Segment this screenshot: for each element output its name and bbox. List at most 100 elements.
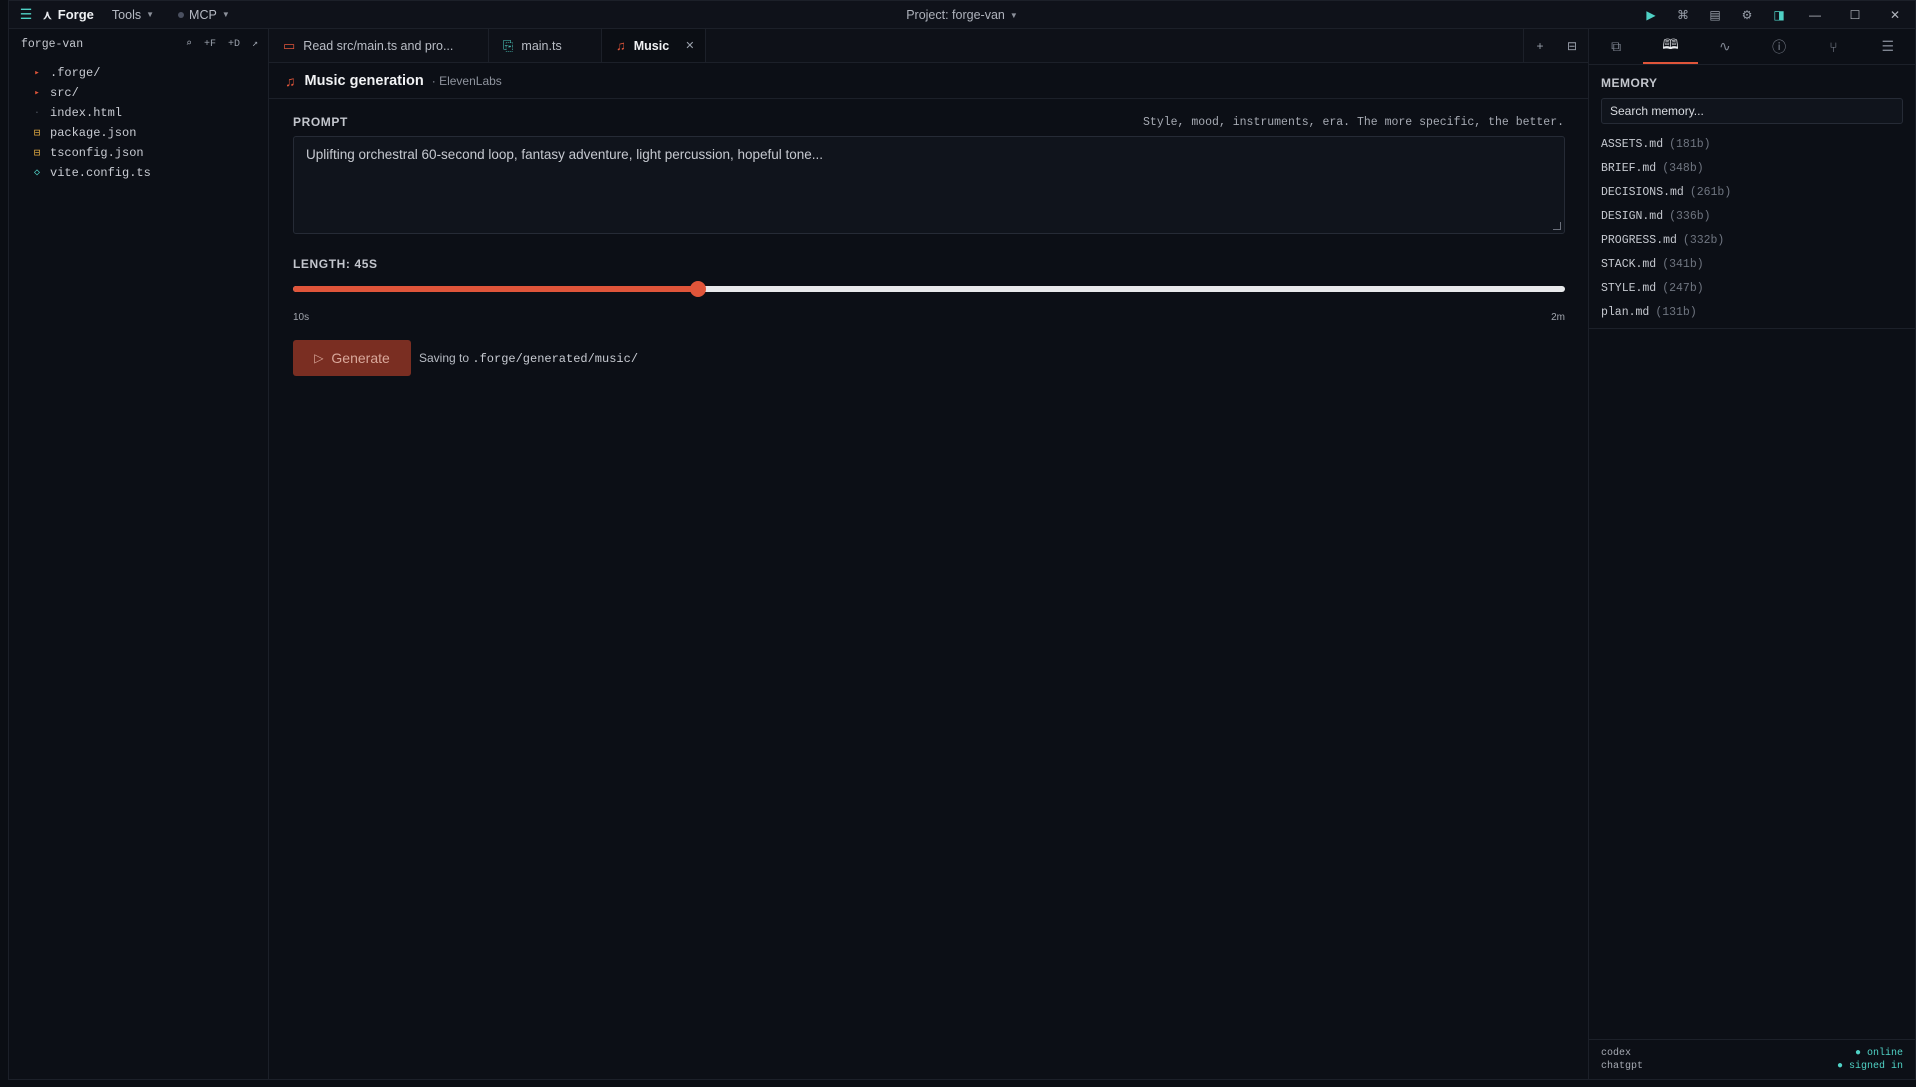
memory-file-name: ASSETS.md bbox=[1601, 137, 1664, 151]
memory-book-icon[interactable]: 🕮 bbox=[1643, 29, 1698, 64]
close-window-icon[interactable]: ✕ bbox=[1875, 1, 1915, 29]
tree-item-src[interactable]: ▸ src/ bbox=[9, 83, 268, 103]
memory-file-item[interactable]: DESIGN.md (336b) bbox=[1601, 204, 1915, 228]
memory-file-size: (348b) bbox=[1662, 161, 1704, 175]
memory-list: ASSETS.md (181b) BRIEF.md (348b) DECISIONS.m… bbox=[1589, 132, 1915, 329]
tree-item-index-html[interactable]: · index.html bbox=[9, 103, 268, 123]
music-form: PROMPT Style, mood, instruments, era. Th… bbox=[293, 99, 1565, 376]
memory-file-size: (181b) bbox=[1669, 137, 1711, 151]
memory-file-item[interactable]: DECISIONS.md (261b) bbox=[1601, 180, 1915, 204]
mcp-status-dot bbox=[178, 11, 185, 18]
memory-section: MEMORY Search memory... ASSETS.md (181b) B… bbox=[1589, 65, 1915, 329]
ts-file-icon: ◇ bbox=[33, 168, 41, 179]
memory-file-size: (336b) bbox=[1669, 209, 1711, 223]
chat-bubble-icon: ▭ bbox=[283, 37, 296, 53]
tree-item-label: src/ bbox=[50, 86, 79, 100]
json-file-icon: ⊟ bbox=[33, 128, 41, 140]
memory-file-name: plan.md bbox=[1601, 305, 1650, 319]
tab-chat[interactable]: ▭ Read src/main.ts and pro... bbox=[269, 29, 489, 62]
split-view-icon[interactable]: ⊟ bbox=[1556, 39, 1588, 53]
tab-bar: ▭ Read src/main.ts and pro... ⎘ main.ts … bbox=[269, 29, 1588, 63]
search-files-icon[interactable]: ⌕ bbox=[186, 38, 192, 50]
tab-actions: + ⊟ bbox=[1523, 29, 1588, 63]
slider-thumb[interactable] bbox=[689, 281, 706, 297]
generate-label: Generate bbox=[331, 350, 390, 366]
chats-tab-icon[interactable]: ⧉ bbox=[1589, 29, 1643, 64]
memory-file-item[interactable]: BRIEF.md (348b) bbox=[1601, 156, 1915, 180]
html-file-icon: · bbox=[34, 108, 40, 118]
length-label: LENGTH: 45S bbox=[293, 257, 378, 271]
tab-main-ts[interactable]: ⎘ main.ts bbox=[489, 29, 602, 62]
git-branch-icon[interactable]: ⑂ bbox=[1806, 29, 1860, 64]
tools-menu[interactable]: Tools ▼ bbox=[112, 8, 154, 22]
prompt-text: Uplifting orchestral 60-second loop, fan… bbox=[306, 147, 824, 162]
tree-item-label: tsconfig.json bbox=[50, 146, 144, 160]
memory-file-item[interactable]: ASSETS.md (181b) bbox=[1601, 132, 1915, 156]
page-header: ♫ Music generation · ElevenLabs bbox=[269, 63, 1588, 99]
new-tab-icon[interactable]: + bbox=[1524, 39, 1556, 53]
memory-search-placeholder: Search memory... bbox=[1610, 104, 1704, 118]
tree-item-label: index.html bbox=[50, 106, 123, 120]
open-external-icon[interactable]: ↗ bbox=[252, 38, 258, 50]
activity-icon[interactable]: ∿ bbox=[1698, 29, 1752, 64]
tools-menu-label: Tools bbox=[111, 7, 142, 22]
prompt-textarea[interactable]: Uplifting orchestral 60-second loop, fan… bbox=[293, 136, 1565, 234]
command-palette-icon[interactable]: ⌘ bbox=[1667, 1, 1699, 29]
memory-file-item[interactable]: STYLE.md (247b) bbox=[1601, 276, 1915, 300]
mcp-menu[interactable]: MCP ▼ bbox=[178, 8, 230, 22]
slider-range-labels: 10s 2m bbox=[293, 312, 1565, 323]
right-panel: ⧉ 🕮 ∿ ⓘ ⑂ ☰ MEMORY Search memory... ASSE… bbox=[1589, 29, 1915, 1079]
status-row-chatgpt: chatgpt ● signed in bbox=[1601, 1060, 1903, 1073]
folder-icon: ▸ bbox=[34, 68, 40, 78]
memory-search-input[interactable]: Search memory... bbox=[1601, 98, 1903, 124]
project-selector[interactable]: Project: forge-van ▼ bbox=[906, 8, 1018, 22]
info-icon[interactable]: ⓘ bbox=[1752, 29, 1806, 64]
resize-handle-icon[interactable] bbox=[1553, 222, 1561, 230]
generate-button[interactable]: ▷ Generate bbox=[293, 340, 411, 376]
file-explorer: forge-van ⌕ +F +D ↗ ▸ .forge/ ▸ src/ · i… bbox=[9, 29, 269, 1079]
prompt-label: PROMPT bbox=[293, 115, 348, 129]
tab-label: Read src/main.ts and pro... bbox=[303, 38, 454, 53]
app-name: Forge bbox=[57, 7, 94, 22]
settings-gear-icon[interactable]: ⚙ bbox=[1731, 1, 1763, 29]
toggle-panel-icon[interactable]: ◨ bbox=[1763, 1, 1795, 29]
memory-file-item[interactable]: STACK.md (341b) bbox=[1601, 252, 1915, 276]
memory-file-item[interactable]: plan.md (131b) bbox=[1601, 300, 1915, 324]
saving-prefix: Saving to bbox=[419, 350, 470, 365]
memory-title: MEMORY bbox=[1601, 76, 1658, 90]
slider-fill bbox=[293, 286, 698, 292]
tree-item-package-json[interactable]: ⊟ package.json bbox=[9, 123, 268, 143]
new-file-button[interactable]: +F bbox=[204, 39, 216, 50]
hamburger-menu-icon[interactable]: ☰ bbox=[19, 6, 33, 22]
tree-item-vite-config[interactable]: ◇ vite.config.ts bbox=[9, 163, 268, 183]
memory-file-name: DESIGN.md bbox=[1601, 209, 1664, 223]
project-title: Project: forge-van bbox=[906, 8, 1005, 22]
json-file-icon: ⊟ bbox=[33, 148, 41, 160]
prompt-hint: Style, mood, instruments, era. The more … bbox=[1143, 115, 1564, 129]
tree-item-forge[interactable]: ▸ .forge/ bbox=[9, 63, 268, 83]
memory-file-name: BRIEF.md bbox=[1601, 161, 1657, 175]
close-tab-icon[interactable]: ✕ bbox=[685, 39, 694, 52]
length-slider[interactable] bbox=[293, 281, 1565, 297]
tab-music[interactable]: ♫ Music ✕ bbox=[602, 29, 706, 62]
prompt-label-row: PROMPT Style, mood, instruments, era. Th… bbox=[293, 115, 1564, 129]
music-note-icon: ♫ bbox=[285, 72, 296, 89]
chevron-down-icon: ▼ bbox=[146, 10, 155, 19]
music-note-icon: ♫ bbox=[616, 38, 626, 53]
minimize-icon[interactable]: — bbox=[1795, 1, 1835, 29]
checklist-icon[interactable]: ☰ bbox=[1861, 29, 1915, 64]
memory-file-item[interactable]: PROGRESS.md (332b) bbox=[1601, 228, 1915, 252]
provider-label: · ElevenLabs bbox=[431, 73, 502, 88]
provider-name: chatgpt bbox=[1601, 1061, 1644, 1072]
file-tree: ▸ .forge/ ▸ src/ · index.html ⊟ package.… bbox=[9, 63, 268, 183]
new-folder-button[interactable]: +D bbox=[228, 39, 240, 50]
run-icon[interactable]: ▶ bbox=[1635, 1, 1667, 29]
tree-item-tsconfig-json[interactable]: ⊟ tsconfig.json bbox=[9, 143, 268, 163]
main-editor-area: ▭ Read src/main.ts and pro... ⎘ main.ts … bbox=[269, 29, 1589, 1079]
terminal-icon[interactable]: ▤ bbox=[1699, 1, 1731, 29]
memory-file-name: PROGRESS.md bbox=[1601, 233, 1677, 247]
memory-file-size: (341b) bbox=[1662, 257, 1704, 271]
memory-file-name: DECISIONS.md bbox=[1601, 185, 1684, 199]
maximize-icon[interactable]: ☐ bbox=[1835, 1, 1875, 29]
slider-max-label: 2m bbox=[1551, 312, 1565, 323]
